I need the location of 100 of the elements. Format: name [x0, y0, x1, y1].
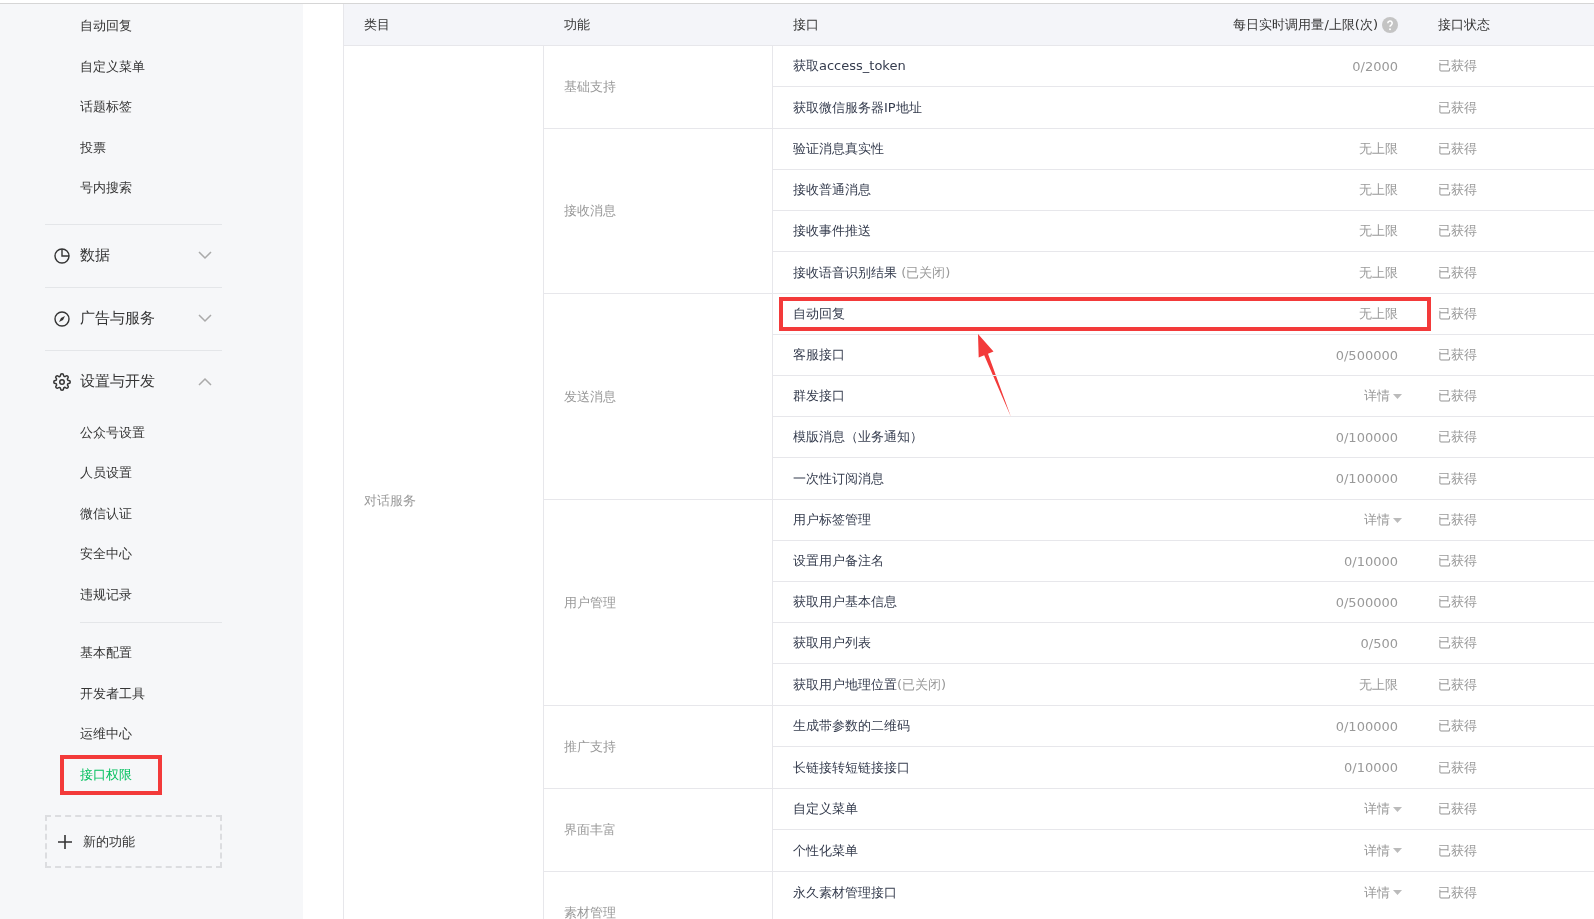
quota-text: 0/10000: [1344, 553, 1398, 569]
quota-text: 无上限: [1359, 140, 1398, 158]
status-text: 已获得: [1438, 346, 1478, 364]
status-text: 已获得: [1438, 883, 1478, 902]
caret-icon: [1393, 393, 1402, 399]
status-text: 已获得: [1438, 593, 1478, 611]
status-text: 已获得: [1438, 717, 1478, 735]
status-text: 已获得: [1438, 511, 1478, 529]
category-label: 对话服务: [364, 491, 416, 510]
api-name: 长链接转短链接接口: [792, 758, 911, 777]
compass-icon: [53, 309, 71, 328]
column-header: 接口: [793, 15, 819, 34]
api-name: 客服接口: [792, 346, 846, 364]
api-name: 模版消息（业务通知）: [792, 428, 924, 446]
quota-text: 无上限: [1359, 263, 1398, 282]
sidebar-section[interactable]: 数据: [45, 224, 222, 287]
quota-text: 0/100000: [1335, 718, 1398, 734]
column-header: 接口状态: [1438, 15, 1490, 34]
caret-icon: [1393, 806, 1402, 812]
function-label: 发送消息: [564, 387, 616, 406]
status-text: 已获得: [1438, 841, 1478, 860]
section-label: 数据: [80, 246, 111, 265]
api-name: 接收普通消息: [792, 181, 872, 199]
sidebar-item[interactable]: 话题标签: [45, 87, 132, 128]
status-text: 已获得: [1438, 469, 1478, 488]
api-name: 获取access_token: [792, 57, 907, 75]
status-text: 已获得: [1438, 634, 1478, 652]
quota-text: 0/100000: [1335, 429, 1398, 445]
section-label: 广告与服务: [80, 309, 156, 328]
function-label: 接收消息: [564, 202, 616, 220]
chevron-up-icon: [198, 377, 212, 386]
sidebar-section[interactable]: 设置与开发: [45, 350, 222, 413]
sidebar-item[interactable]: 自定义菜单: [45, 46, 145, 87]
status-text: 已获得: [1438, 675, 1478, 694]
status-text: 已获得: [1438, 758, 1478, 777]
api-name: 自动回复: [792, 305, 846, 323]
status-text: 已获得: [1438, 305, 1478, 323]
caret-icon: [1393, 848, 1402, 853]
function-label: 推广支持: [564, 738, 616, 756]
column-header: 每日实时调用量/上限(次): [1233, 15, 1378, 34]
status-text: 已获得: [1438, 552, 1478, 570]
status-text: 已获得: [1438, 222, 1478, 240]
quota-text: 0/10000: [1344, 760, 1398, 775]
quota-text: 0/100000: [1335, 471, 1398, 486]
new-feature-button[interactable]: 新的功能: [45, 815, 222, 868]
sidebar-item[interactable]: 开发者工具: [45, 673, 145, 714]
pie-chart-icon: [53, 246, 71, 265]
api-name: 获取用户列表: [792, 634, 872, 652]
api-name: 用户标签管理: [792, 511, 872, 529]
sidebar-section[interactable]: 广告与服务: [45, 287, 222, 350]
caret-icon: [1393, 890, 1402, 895]
sidebar-item[interactable]: 微信认证: [45, 493, 132, 534]
function-label: 界面丰富: [564, 821, 616, 839]
status-text: 已获得: [1438, 387, 1478, 405]
quota-text: 0/500000: [1335, 594, 1398, 610]
api-name: 接收事件推送: [792, 222, 872, 240]
sidebar-item[interactable]: 违规记录: [45, 574, 132, 615]
status-text: 已获得: [1438, 181, 1478, 199]
api-name: 自定义菜单: [792, 800, 859, 818]
sidebar-item[interactable]: 人员设置: [45, 453, 132, 494]
api-name: 一次性订阅消息: [792, 469, 885, 488]
plus-icon: [57, 833, 73, 850]
api-name: 设置用户备注名: [792, 552, 885, 570]
sidebar-item[interactable]: 号内搜索: [45, 168, 132, 209]
chevron-down-icon: [198, 314, 212, 323]
sidebar-item[interactable]: 自动回复: [45, 6, 132, 47]
sidebar-item[interactable]: 投票: [45, 127, 106, 168]
quota-text: 无上限: [1359, 181, 1398, 199]
status-text: 已获得: [1438, 800, 1478, 818]
api-name: 永久素材管理接口: [792, 883, 898, 902]
quota-text: 无上限: [1359, 305, 1398, 323]
column-header: 功能: [564, 15, 590, 34]
column-header: 类目: [364, 15, 390, 34]
status-text: 已获得: [1438, 57, 1478, 75]
function-label: 基础支持: [564, 78, 616, 96]
status-text: 已获得: [1438, 428, 1478, 446]
sidebar-item[interactable]: 安全中心: [45, 534, 132, 575]
quota-text: 0/2000: [1352, 58, 1398, 74]
api-name: 获取微信服务器IP地址: [792, 98, 923, 117]
help-icon[interactable]: [1382, 16, 1398, 33]
chevron-down-icon: [198, 251, 212, 260]
status-text: 已获得: [1438, 98, 1478, 117]
sidebar-item[interactable]: 运维中心: [45, 714, 132, 755]
api-name: 获取用户基本信息: [792, 593, 898, 611]
api-name: 接收语音识别结果 (已关闭): [792, 263, 952, 282]
api-name: 验证消息真实性: [792, 140, 885, 158]
sidebar-item[interactable]: 基本配置: [45, 633, 132, 674]
status-text: 已获得: [1438, 140, 1478, 158]
api-name: 个性化菜单: [792, 841, 859, 860]
quota-text: 无上限: [1359, 675, 1398, 694]
function-label: 用户管理: [564, 593, 616, 612]
status-text: 已获得: [1438, 263, 1478, 282]
api-name: 获取用户地理位置(已关闭): [792, 675, 948, 694]
section-label: 设置与开发: [80, 372, 156, 391]
api-name: 生成带参数的二维码: [792, 717, 911, 735]
sidebar-item[interactable]: 公众号设置: [45, 412, 145, 453]
api-name: 群发接口: [792, 387, 846, 405]
settings-icon: [53, 372, 71, 391]
caret-icon: [1393, 517, 1402, 523]
quota-text: 0/500000: [1335, 347, 1398, 363]
